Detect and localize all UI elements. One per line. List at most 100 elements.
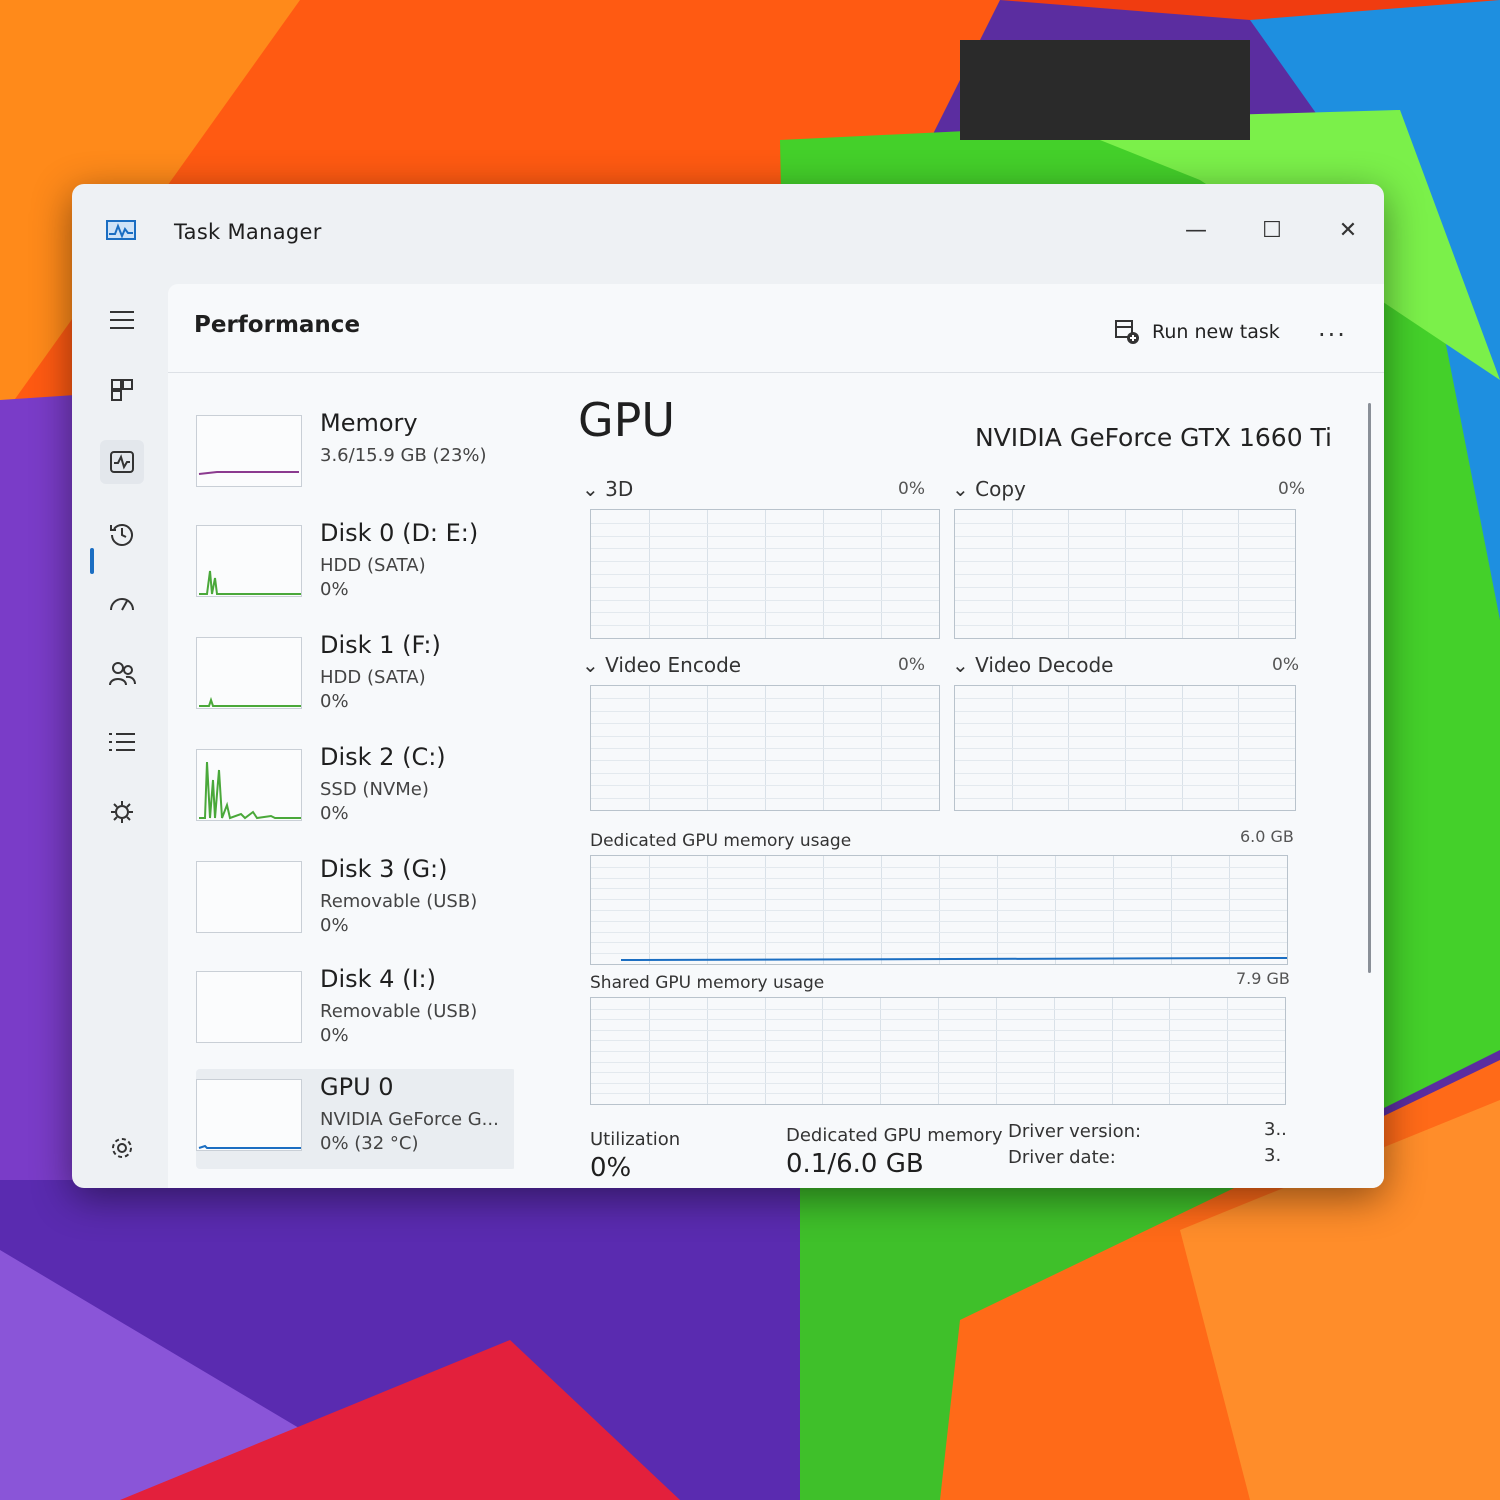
resource-value: 0% [320,579,349,600]
resource-name: Memory [320,409,418,437]
gpu-detail-pane: GPU NVIDIA GeForce GTX 1660 Ti ⌄ 3D 0% ⌄… [542,373,1384,1188]
app-history-icon [110,524,133,546]
resource-value: 0% [320,803,349,824]
close-icon: ✕ [1338,217,1358,243]
services-icon [111,801,133,823]
resource-list: Memory 3.6/15.9 GB (23%) Disk 0 (D: E:) … [168,373,514,1188]
resource-item-gpu-0[interactable]: GPU 0 NVIDIA GeForce G... 0% (32 °C) [196,1069,514,1169]
nav-users[interactable] [100,652,144,696]
resource-subtitle: 3.6/15.9 GB (23%) [320,445,487,466]
close-button[interactable]: ✕ [1328,212,1368,248]
dedicated-memory-max: 6.0 GB [1240,827,1294,846]
nav-services[interactable] [100,790,144,834]
engine-label: 3D [605,477,634,501]
resource-name: Disk 1 (F:) [320,631,441,659]
driver-date-value: 3. [1264,1145,1282,1166]
engine-video-decode-percent: 0% [1272,655,1299,675]
dedicated-memory-graph [590,855,1288,965]
resource-item-memory[interactable]: Memory 3.6/15.9 GB (23%) [196,405,514,505]
gpu-0-thumbnail-graph [196,1079,302,1151]
disk-4-thumbnail-graph [196,971,302,1043]
dedicated-memory-label: Dedicated GPU memory usage [590,831,852,851]
engine-video-encode-percent: 0% [898,655,925,675]
page-title: Performance [194,312,361,338]
engine-label: Video Decode [975,653,1114,677]
resource-item-disk-4[interactable]: Disk 4 (I:) Removable (USB) 0% [196,961,514,1061]
nav-details[interactable] [100,720,144,764]
nav-hamburger-button[interactable] [100,298,144,342]
engine-copy-percent: 0% [1278,479,1305,499]
engine-video-encode-selector[interactable]: ⌄ Video Encode [582,653,741,677]
nav-settings[interactable] [100,1126,144,1170]
navigation-rail [72,284,168,1188]
driver-version-label: Driver version: [1008,1121,1142,1142]
minimize-button[interactable]: — [1176,212,1216,248]
resource-item-disk-0[interactable]: Disk 0 (D: E:) HDD (SATA) 0% [196,515,514,615]
resource-name: Disk 4 (I:) [320,965,436,993]
resource-subtitle: NVIDIA GeForce G... [320,1109,499,1130]
resource-subtitle: Removable (USB) [320,891,478,912]
window-title: Task Manager [174,220,322,244]
engine-copy-graph [954,509,1296,639]
memory-thumbnail-graph [196,415,302,487]
detail-pane-scrollbar[interactable] [1368,403,1371,973]
shared-memory-label: Shared GPU memory usage [590,973,825,993]
maximize-icon: ☐ [1262,217,1282,243]
more-options-button[interactable]: ... [1318,314,1347,342]
engine-copy-selector[interactable]: ⌄ Copy [952,477,1026,501]
resource-value: 0% [320,1025,349,1046]
engine-3d-graph [590,509,940,639]
engine-label: Copy [975,477,1026,501]
resource-value: 0% [320,691,349,712]
engine-label: Video Encode [605,653,742,677]
shared-memory-max: 7.9 GB [1236,969,1290,988]
active-nav-indicator [90,548,94,574]
hamburger-menu-icon [110,311,134,329]
resource-name: GPU 0 [320,1073,394,1101]
resource-item-disk-1[interactable]: Disk 1 (F:) HDD (SATA) 0% [196,627,514,727]
engine-video-encode-graph [590,685,940,811]
nav-processes[interactable] [100,368,144,412]
utilization-value: 0% [590,1153,632,1183]
dedicated-gpu-memory-value: 0.1/6.0 GB [786,1149,924,1179]
run-new-task-button[interactable]: Run new task [1114,312,1280,352]
run-new-task-icon [1115,320,1139,344]
resource-subtitle: HDD (SATA) [320,667,426,688]
resource-name: Disk 2 (C:) [320,743,446,771]
nav-startup-apps[interactable] [100,582,144,626]
gpu-model-name: NVIDIA GeForce GTX 1660 Ti [974,423,1332,452]
resource-subtitle: SSD (NVMe) [320,779,429,800]
resource-value: 0% [320,915,349,936]
resource-subtitle: HDD (SATA) [320,555,426,576]
performance-icon [110,451,134,473]
users-icon [109,662,136,686]
nav-performance[interactable] [100,440,144,484]
resource-name: Disk 3 (G:) [320,855,448,883]
gpu-title: GPU [578,393,676,447]
driver-version-value: 3.. [1264,1119,1287,1140]
utilization-label: Utilization [590,1129,681,1150]
resource-item-disk-3[interactable]: Disk 3 (G:) Removable (USB) 0% [196,851,514,951]
settings-icon [112,1138,132,1158]
processes-icon [111,379,133,401]
resource-subtitle: Removable (USB) [320,1001,478,1022]
engine-3d-percent: 0% [898,479,925,499]
run-new-task-label: Run new task [1152,321,1280,343]
minimize-icon: — [1185,217,1207,243]
disk-3-thumbnail-graph [196,861,302,933]
content-panel: Performance Run new task ... Memory 3.6/… [168,284,1384,1188]
task-manager-window: Task Manager — ☐ ✕ Performance Run new t… [72,184,1384,1188]
task-manager-app-icon [106,220,136,240]
startup-apps-icon [110,598,134,611]
resource-name: Disk 0 (D: E:) [320,519,479,547]
maximize-button[interactable]: ☐ [1252,212,1292,248]
disk-2-thumbnail-graph [196,749,302,821]
engine-3d-selector[interactable]: ⌄ 3D [582,477,633,501]
title-bar: Task Manager — ☐ ✕ [72,184,1384,284]
engine-video-decode-selector[interactable]: ⌄ Video Decode [952,653,1113,677]
nav-app-history[interactable] [100,512,144,556]
details-icon [109,733,135,751]
driver-date-label: Driver date: [1008,1147,1116,1168]
resource-value: 0% (32 °C) [320,1133,419,1154]
resource-item-disk-2[interactable]: Disk 2 (C:) SSD (NVMe) 0% [196,739,514,839]
